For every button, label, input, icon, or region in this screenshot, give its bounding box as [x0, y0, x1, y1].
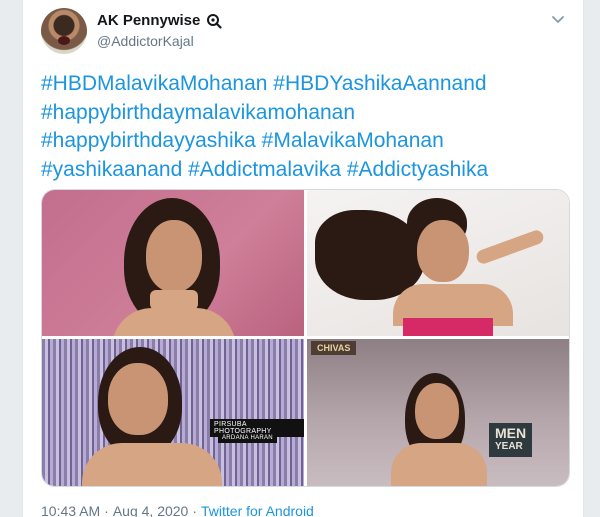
tweet-meta: 10:43 AM · Aug 4, 2020 · Twitter for And… [41, 503, 314, 517]
tweet-text: #HBDMalavikaMohanan #HBDYashikaAannand #… [41, 70, 571, 184]
photo-face [415, 383, 459, 439]
photo-neck [150, 290, 198, 310]
hashtag-link[interactable]: #Addictmalavika [188, 158, 341, 181]
photo-banner: MEN YEAR [489, 423, 533, 457]
meta-separator: · [104, 503, 109, 517]
avatar[interactable] [41, 8, 87, 54]
meta-separator: · [192, 503, 198, 517]
hashtag-link[interactable]: #yashikaanand [41, 158, 182, 181]
tweet-date[interactable]: Aug 4, 2020 [113, 503, 189, 517]
photo-3[interactable]: PIRSUBA PHOTOGRAPHY ARDANA HARAN [42, 339, 304, 486]
tweet-source[interactable]: Twitter for Android [201, 503, 314, 517]
photo-watermark: ARDANA HARAN [218, 433, 277, 443]
chevron-down-icon[interactable] [549, 10, 567, 28]
hashtag-line: #happybirthdaymalavikamohanan [41, 99, 571, 128]
photo-shoulders [112, 308, 236, 336]
photo-banner-line: MEN [495, 425, 527, 441]
tweet-card: AK Pennywise @AddictorKajal #HBDMalavika… [22, 0, 584, 517]
hashtag-link[interactable]: #happybirthdaymalavikamohanan [41, 101, 355, 124]
photo-4[interactable]: CHIVAS MEN YEAR [307, 339, 569, 486]
photo-face [108, 363, 168, 435]
avatar-mouth [58, 36, 70, 45]
photo-face [417, 220, 469, 282]
photo-banner-line: YEAR [495, 441, 523, 452]
author-row: AK Pennywise [97, 12, 222, 29]
hashtag-link[interactable]: #HBDYashikaAannand [273, 72, 486, 95]
tweet-time[interactable]: 10:43 AM [41, 503, 100, 517]
author-handle[interactable]: @AddictorKajal [97, 33, 194, 49]
photo-sign: CHIVAS [311, 341, 357, 355]
photo-shoulders [391, 443, 487, 486]
hashtag-link[interactable]: #Addictyashika [347, 158, 488, 181]
media-grid: PIRSUBA PHOTOGRAPHY ARDANA HARAN CHIVAS … [41, 189, 570, 487]
photo-2[interactable] [307, 190, 569, 336]
photo-arm [474, 228, 546, 266]
photo-1[interactable] [42, 190, 304, 336]
hashtag-link[interactable]: #HBDMalavikaMohanan [41, 72, 267, 95]
photo-top [403, 318, 493, 336]
hashtag-link[interactable]: #happybirthdayyashika [41, 129, 256, 152]
hashtag-line: #HBDMalavikaMohanan #HBDYashikaAannand [41, 70, 571, 99]
hashtag-link[interactable]: #MalavikaMohanan [262, 129, 444, 152]
photo-shoulders [82, 443, 222, 486]
hashtag-line: #yashikaanand #Addictmalavika #Addictyas… [41, 156, 571, 185]
search-badge-icon [207, 13, 222, 29]
photo-face [146, 220, 202, 292]
author-name[interactable]: AK Pennywise [97, 12, 200, 29]
hashtag-line: #happybirthdayyashika #MalavikaMohanan [41, 127, 571, 156]
